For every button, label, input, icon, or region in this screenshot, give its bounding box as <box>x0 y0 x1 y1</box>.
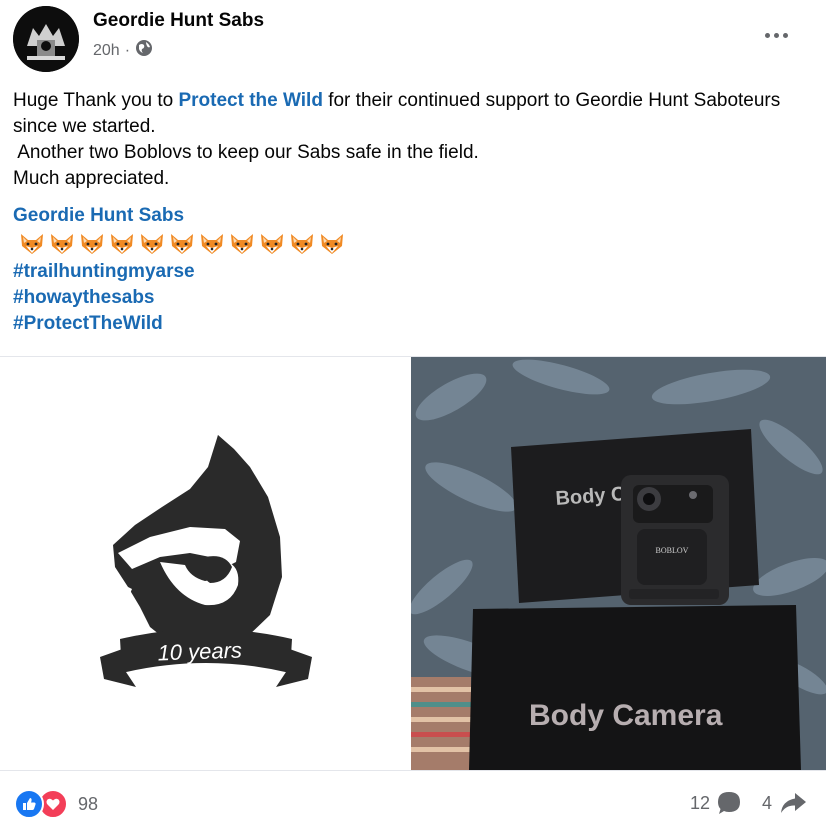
banner-text: 10 years <box>157 638 242 666</box>
more-options-button[interactable] <box>758 20 794 50</box>
comment-icon <box>717 792 740 814</box>
shares-count: 4 <box>761 792 772 813</box>
post-meta: 20h · <box>93 39 153 62</box>
footer-divider <box>0 770 826 771</box>
reactions-summary[interactable]: 98 <box>14 789 98 819</box>
page-name-link[interactable]: Geordie Hunt Sabs <box>93 10 264 32</box>
post-timestamp[interactable]: 20h <box>93 42 120 60</box>
reaction-count: 98 <box>78 793 99 814</box>
text-fragment: Huge Thank you to <box>13 90 179 111</box>
page-avatar[interactable] <box>13 6 79 72</box>
fox-face-emoji <box>49 232 79 256</box>
fox-face-emoji <box>289 232 319 256</box>
post-tags-block: Geordie Hunt Sabs #trailhuntingmyarse #h… <box>13 203 349 337</box>
protect-the-wild-mention[interactable]: Protect the Wild <box>178 90 322 111</box>
share-icon <box>781 793 806 813</box>
hashtag-link[interactable]: #ProtectTheWild <box>13 311 349 337</box>
engagement-stats: 12 4 <box>690 790 808 816</box>
fox-face-emoji <box>109 232 139 256</box>
fox-head-logo: 10 years <box>100 435 312 687</box>
fox-face-emoji <box>319 232 349 256</box>
fox-face-emoji <box>259 232 289 256</box>
more-dot <box>782 32 788 38</box>
shares-count-link[interactable]: 4 <box>762 790 808 816</box>
fox-face-emoji <box>79 232 109 256</box>
meta-separator: · <box>124 41 131 59</box>
like-icon <box>14 789 44 819</box>
fox-face-emoji <box>199 232 229 256</box>
more-horizontal-icon <box>764 32 770 38</box>
geordie-hunt-sabs-mention[interactable]: Geordie Hunt Sabs <box>13 203 349 229</box>
post-body: Huge Thank you to Protect the Wild for t… <box>13 88 803 192</box>
photo-ten-years-logo[interactable]: 10 years <box>0 357 411 770</box>
hashtag-link[interactable]: #howaythesabs <box>13 285 349 311</box>
fox-emoji-row <box>19 229 349 259</box>
fox-face-emoji <box>169 232 199 256</box>
photo-body-camera[interactable]: Body C Body Camera BOBLOV <box>411 357 826 770</box>
bottom-box-label: Body Camera <box>529 699 723 732</box>
comments-count-link[interactable]: 12 <box>690 790 742 816</box>
post-line-1: Huge Thank you to Protect the Wild for t… <box>13 88 803 140</box>
fox-face-emoji <box>139 232 169 256</box>
fox-face-emoji <box>229 232 259 256</box>
comments-count: 12 <box>689 792 710 813</box>
post-line-2: Another two Boblovs to keep our Sabs saf… <box>13 142 479 163</box>
post-line-3: Much appreciated. <box>13 168 170 189</box>
hashtag-link[interactable]: #trailhuntingmyarse <box>13 259 349 285</box>
camera-brand-label: BOBLOV <box>656 546 689 555</box>
more-dot <box>773 32 779 38</box>
hunt-sabs-logo <box>13 6 79 72</box>
body-camera-photo: Body C Body Camera BOBLOV <box>411 357 826 770</box>
globe-icon[interactable] <box>135 39 153 62</box>
fox-face-emoji <box>19 232 49 256</box>
